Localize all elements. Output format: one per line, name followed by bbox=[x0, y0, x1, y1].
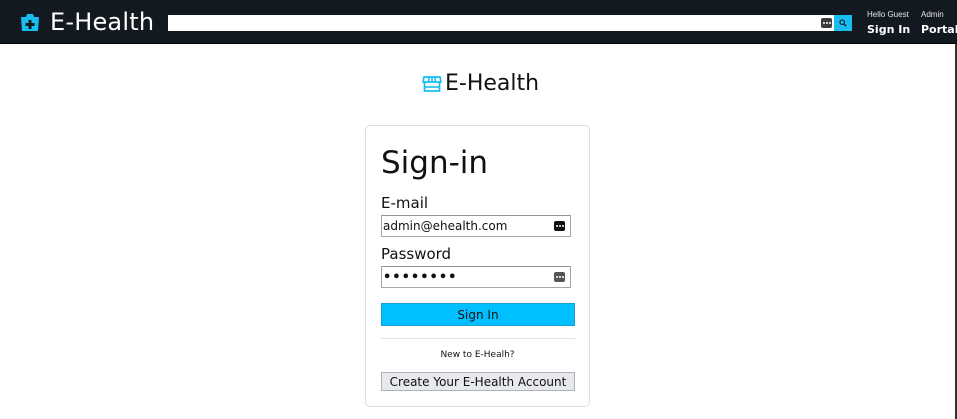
greeting-text: Hello Guest bbox=[867, 10, 909, 19]
nav-signin[interactable]: Hello Guest Sign In bbox=[867, 10, 910, 37]
email-field[interactable] bbox=[382, 216, 570, 236]
password-field[interactable] bbox=[382, 267, 570, 287]
search-bar bbox=[168, 15, 852, 31]
password-field-wrapper bbox=[381, 266, 571, 288]
medical-cross-bag-icon bbox=[21, 14, 39, 31]
brand-link[interactable]: E-Health bbox=[20, 8, 154, 36]
portal-link-label: Portal bbox=[921, 23, 957, 36]
signin-title: Sign-in bbox=[381, 145, 489, 181]
signin-link-label: Sign In bbox=[867, 23, 911, 36]
signin-button[interactable]: Sign In bbox=[381, 303, 575, 326]
email-label: E-mail bbox=[381, 194, 429, 212]
password-label: Password bbox=[381, 245, 452, 263]
login-logo[interactable]: E-Health bbox=[422, 70, 539, 98]
password-key-icon[interactable] bbox=[554, 221, 565, 231]
signin-card: Sign-in E-mail Password Sign In New to E… bbox=[365, 125, 590, 407]
search-input[interactable] bbox=[168, 15, 834, 31]
admin-text: Admin bbox=[921, 10, 944, 19]
password-key-icon[interactable] bbox=[821, 18, 832, 28]
create-account-button[interactable]: Create Your E-Health Account bbox=[381, 372, 575, 391]
storefront-icon bbox=[422, 76, 442, 92]
password-key-icon[interactable] bbox=[554, 272, 565, 282]
top-navbar: E-Health Hello Guest Sign In Admin Porta… bbox=[0, 0, 957, 44]
divider bbox=[381, 338, 575, 339]
new-user-prompt: New to E-Healh? bbox=[440, 350, 515, 360]
email-field-wrapper bbox=[381, 215, 571, 237]
nav-admin-portal[interactable]: Admin Portal bbox=[921, 10, 957, 37]
search-button[interactable] bbox=[834, 15, 852, 31]
logo-text: E-Health bbox=[445, 71, 540, 96]
search-icon bbox=[839, 19, 847, 27]
brand-text: E-Health bbox=[50, 8, 155, 36]
